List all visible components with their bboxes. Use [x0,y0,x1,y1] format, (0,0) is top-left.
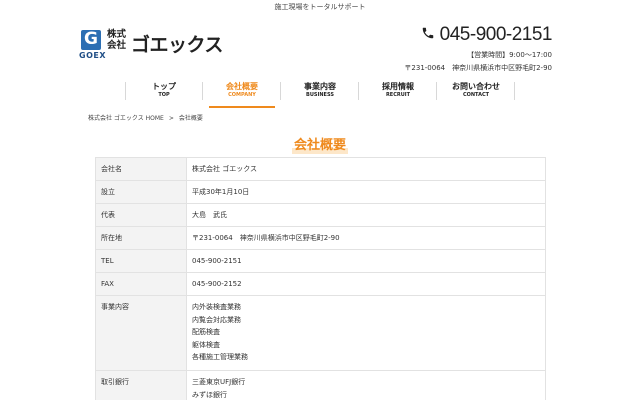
page-title: 会社概要 [291,138,348,154]
company-info-table: 会社名 株式会社 ゴエックス 設立 平成30年1月10日 代表 大島 武氏 所在… [95,157,546,400]
list-item: 各種施工管理業務 [192,353,248,361]
row-value: 045-900-2151 [186,249,546,273]
table-row: FAX 045-900-2152 [95,272,546,296]
row-label: 代表 [95,203,187,227]
list-item: 内外装検査業務 [192,303,241,311]
nav-sublabel: CONTACT [462,92,490,98]
nav-label: 事業内容 [304,82,336,91]
nav-label: 会社概要 [226,82,258,91]
company-logo[interactable]: G GOEX 株式会社 ゴエックス [79,28,227,62]
list-item: 躯体検査 [192,340,220,349]
phone-icon [422,27,433,39]
header-contact: 045-900-2151 【営業時間】9:00〜17:00 〒231-0064 … [352,24,552,73]
row-label: FAX [95,272,187,296]
nav-item-recruit[interactable]: 採用情報 RECRUIT [359,82,437,108]
phone-number[interactable]: 045-900-2151 [440,24,553,45]
table-row: 所在地 〒231-0064 神奈川県横浜市中区野毛町2-90 [95,226,546,250]
breadcrumb-current: 会社概要 [178,115,203,122]
logo-mark-letter: G [84,29,98,49]
row-value: 株式会社 ゴエックス [186,157,546,181]
row-value: 〒231-0064 神奈川県横浜市中区野毛町2-90 [186,226,546,250]
page-title-wrap: 会社概要 [0,134,640,154]
row-label: TEL [95,249,187,273]
list-item: みずほ銀行 [192,390,227,399]
logo-kabushiki: 株式会社 [107,29,127,51]
row-value: 045-900-2152 [186,272,546,296]
table-row: TEL 045-900-2151 [95,249,546,273]
list-item: 配筋検査 [192,328,220,336]
nav-item-business[interactable]: 事業内容 BUSINESS [281,82,359,108]
table-row: 事業内容 内外装検査業務 内覧会対応業務 配筋検査 躯体検査 各種施工管理業務 [95,295,546,371]
row-label: 会社名 [95,157,187,181]
row-label: 所在地 [95,226,187,250]
breadcrumb: 株式会社 ゴエックス HOME > 会社概要 [88,113,203,122]
logo-mark-text: GOEX [79,51,106,60]
row-label: 取引銀行 [95,370,187,400]
row-value-list: 三菱東京UFJ銀行 みずほ銀行 [186,370,546,400]
header-address: 〒231-0064 神奈川県横浜市中区野毛町2-90 [404,64,552,72]
row-value: 大島 武氏 [186,203,546,227]
nav-sublabel: TOP [158,92,170,98]
list-item: 内覧会対応業務 [192,315,241,324]
nav-label: 採用情報 [382,82,414,91]
row-value-list: 内外装検査業務 内覧会対応業務 配筋検査 躯体検査 各種施工管理業務 [186,295,546,371]
nav-sublabel: RECRUIT [385,92,411,98]
breadcrumb-home-link[interactable]: 株式会社 ゴエックス HOME [88,115,164,122]
nav-item-contact[interactable]: お問い合わせ CONTACT [437,82,515,108]
table-row: 取引銀行 三菱東京UFJ銀行 みずほ銀行 [95,370,546,400]
row-label: 事業内容 [95,295,187,371]
nav-item-top[interactable]: トップ TOP [125,82,203,108]
logo-company-name: ゴエックス [131,34,223,56]
nav-label: お問い合わせ [452,82,500,91]
table-row: 代表 大島 武氏 [95,203,546,227]
top-tagline: 施工現場をトータルサポート [274,3,366,11]
row-label: 設立 [95,180,187,204]
nav-sublabel: BUSINESS [306,92,334,98]
list-item: 三菱東京UFJ銀行 [192,378,246,386]
phone-row[interactable]: 045-900-2151 [352,24,553,48]
nav-label: トップ [152,82,176,91]
nav-item-company[interactable]: 会社概要 COMPANY [203,82,281,108]
business-hours: 【営業時間】9:00〜17:00 [467,51,552,59]
global-nav: トップ TOP 会社概要 COMPANY 事業内容 BUSINESS 採用情報 … [125,82,517,108]
logo-mark-icon: G GOEX [79,28,106,62]
breadcrumb-separator: > [168,115,174,122]
table-row: 設立 平成30年1月10日 [95,180,546,204]
table-row: 会社名 株式会社 ゴエックス [95,157,546,181]
nav-sublabel: COMPANY [228,92,256,98]
row-value: 平成30年1月10日 [186,180,546,204]
